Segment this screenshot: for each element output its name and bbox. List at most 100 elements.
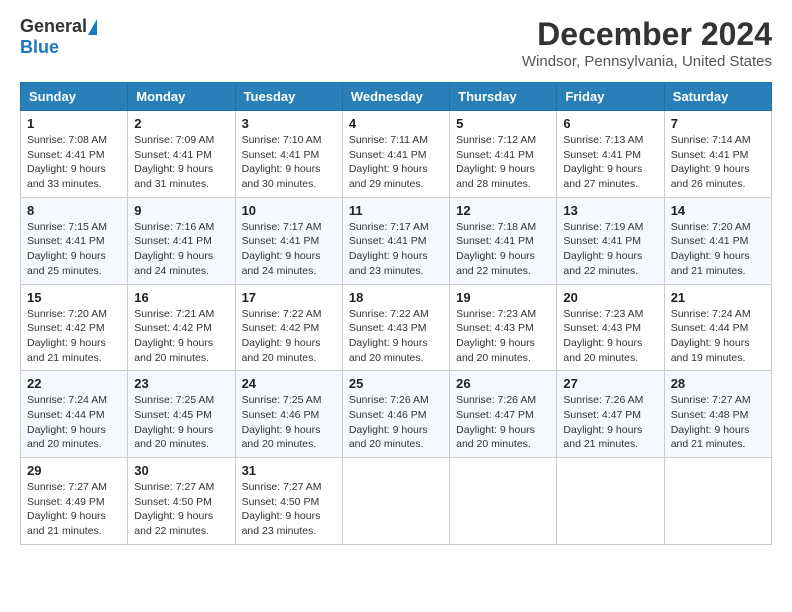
calendar-cell: 16 Sunrise: 7:21 AM Sunset: 4:42 PM Dayl… bbox=[128, 284, 235, 371]
calendar-cell: 1 Sunrise: 7:08 AM Sunset: 4:41 PM Dayli… bbox=[21, 111, 128, 198]
calendar-cell: 25 Sunrise: 7:26 AM Sunset: 4:46 PM Dayl… bbox=[342, 371, 449, 458]
calendar-cell: 21 Sunrise: 7:24 AM Sunset: 4:44 PM Dayl… bbox=[664, 284, 771, 371]
calendar-cell: 17 Sunrise: 7:22 AM Sunset: 4:42 PM Dayl… bbox=[235, 284, 342, 371]
logo: General Blue bbox=[20, 16, 99, 58]
calendar-week-5: 29 Sunrise: 7:27 AM Sunset: 4:49 PM Dayl… bbox=[21, 458, 772, 545]
day-detail: Sunrise: 7:17 AM Sunset: 4:41 PM Dayligh… bbox=[242, 220, 336, 279]
calendar-week-4: 22 Sunrise: 7:24 AM Sunset: 4:44 PM Dayl… bbox=[21, 371, 772, 458]
day-detail: Sunrise: 7:16 AM Sunset: 4:41 PM Dayligh… bbox=[134, 220, 228, 279]
calendar-cell: 8 Sunrise: 7:15 AM Sunset: 4:41 PM Dayli… bbox=[21, 197, 128, 284]
col-friday: Friday bbox=[557, 83, 664, 111]
logo-triangle-icon bbox=[88, 19, 97, 35]
day-detail: Sunrise: 7:10 AM Sunset: 4:41 PM Dayligh… bbox=[242, 133, 336, 192]
calendar-cell: 5 Sunrise: 7:12 AM Sunset: 4:41 PM Dayli… bbox=[450, 111, 557, 198]
day-detail: Sunrise: 7:17 AM Sunset: 4:41 PM Dayligh… bbox=[349, 220, 443, 279]
day-number: 11 bbox=[349, 203, 443, 218]
day-detail: Sunrise: 7:21 AM Sunset: 4:42 PM Dayligh… bbox=[134, 307, 228, 366]
day-number: 18 bbox=[349, 290, 443, 305]
calendar-cell: 23 Sunrise: 7:25 AM Sunset: 4:45 PM Dayl… bbox=[128, 371, 235, 458]
day-detail: Sunrise: 7:13 AM Sunset: 4:41 PM Dayligh… bbox=[563, 133, 657, 192]
calendar-cell: 27 Sunrise: 7:26 AM Sunset: 4:47 PM Dayl… bbox=[557, 371, 664, 458]
calendar-cell: 18 Sunrise: 7:22 AM Sunset: 4:43 PM Dayl… bbox=[342, 284, 449, 371]
day-detail: Sunrise: 7:11 AM Sunset: 4:41 PM Dayligh… bbox=[349, 133, 443, 192]
calendar-cell: 31 Sunrise: 7:27 AM Sunset: 4:50 PM Dayl… bbox=[235, 458, 342, 545]
day-detail: Sunrise: 7:24 AM Sunset: 4:44 PM Dayligh… bbox=[27, 393, 121, 452]
col-tuesday: Tuesday bbox=[235, 83, 342, 111]
day-number: 29 bbox=[27, 463, 121, 478]
calendar-cell: 14 Sunrise: 7:20 AM Sunset: 4:41 PM Dayl… bbox=[664, 197, 771, 284]
month-title: December 2024 bbox=[522, 16, 772, 53]
day-detail: Sunrise: 7:20 AM Sunset: 4:42 PM Dayligh… bbox=[27, 307, 121, 366]
day-number: 30 bbox=[134, 463, 228, 478]
logo-general-text: General bbox=[20, 16, 87, 37]
calendar-cell: 2 Sunrise: 7:09 AM Sunset: 4:41 PM Dayli… bbox=[128, 111, 235, 198]
day-detail: Sunrise: 7:15 AM Sunset: 4:41 PM Dayligh… bbox=[27, 220, 121, 279]
day-number: 26 bbox=[456, 376, 550, 391]
calendar-week-2: 8 Sunrise: 7:15 AM Sunset: 4:41 PM Dayli… bbox=[21, 197, 772, 284]
day-detail: Sunrise: 7:22 AM Sunset: 4:42 PM Dayligh… bbox=[242, 307, 336, 366]
day-detail: Sunrise: 7:23 AM Sunset: 4:43 PM Dayligh… bbox=[456, 307, 550, 366]
day-number: 1 bbox=[27, 116, 121, 131]
day-number: 12 bbox=[456, 203, 550, 218]
day-number: 22 bbox=[27, 376, 121, 391]
day-number: 16 bbox=[134, 290, 228, 305]
calendar-cell: 26 Sunrise: 7:26 AM Sunset: 4:47 PM Dayl… bbox=[450, 371, 557, 458]
calendar-cell: 10 Sunrise: 7:17 AM Sunset: 4:41 PM Dayl… bbox=[235, 197, 342, 284]
calendar-cell bbox=[664, 458, 771, 545]
calendar-cell: 15 Sunrise: 7:20 AM Sunset: 4:42 PM Dayl… bbox=[21, 284, 128, 371]
day-detail: Sunrise: 7:22 AM Sunset: 4:43 PM Dayligh… bbox=[349, 307, 443, 366]
day-number: 20 bbox=[563, 290, 657, 305]
calendar-cell bbox=[450, 458, 557, 545]
location-title: Windsor, Pennsylvania, United States bbox=[522, 53, 772, 70]
calendar-cell: 19 Sunrise: 7:23 AM Sunset: 4:43 PM Dayl… bbox=[450, 284, 557, 371]
calendar-cell: 28 Sunrise: 7:27 AM Sunset: 4:48 PM Dayl… bbox=[664, 371, 771, 458]
day-number: 14 bbox=[671, 203, 765, 218]
calendar-cell: 3 Sunrise: 7:10 AM Sunset: 4:41 PM Dayli… bbox=[235, 111, 342, 198]
calendar-cell: 4 Sunrise: 7:11 AM Sunset: 4:41 PM Dayli… bbox=[342, 111, 449, 198]
day-number: 28 bbox=[671, 376, 765, 391]
day-detail: Sunrise: 7:19 AM Sunset: 4:41 PM Dayligh… bbox=[563, 220, 657, 279]
day-detail: Sunrise: 7:25 AM Sunset: 4:45 PM Dayligh… bbox=[134, 393, 228, 452]
day-detail: Sunrise: 7:26 AM Sunset: 4:46 PM Dayligh… bbox=[349, 393, 443, 452]
col-sunday: Sunday bbox=[21, 83, 128, 111]
calendar-header-row: Sunday Monday Tuesday Wednesday Thursday… bbox=[21, 83, 772, 111]
day-number: 4 bbox=[349, 116, 443, 131]
day-number: 23 bbox=[134, 376, 228, 391]
calendar-week-1: 1 Sunrise: 7:08 AM Sunset: 4:41 PM Dayli… bbox=[21, 111, 772, 198]
day-detail: Sunrise: 7:27 AM Sunset: 4:50 PM Dayligh… bbox=[134, 480, 228, 539]
calendar-cell: 29 Sunrise: 7:27 AM Sunset: 4:49 PM Dayl… bbox=[21, 458, 128, 545]
day-detail: Sunrise: 7:23 AM Sunset: 4:43 PM Dayligh… bbox=[563, 307, 657, 366]
col-thursday: Thursday bbox=[450, 83, 557, 111]
day-number: 19 bbox=[456, 290, 550, 305]
day-detail: Sunrise: 7:12 AM Sunset: 4:41 PM Dayligh… bbox=[456, 133, 550, 192]
logo-blue-text: Blue bbox=[20, 37, 59, 57]
day-number: 3 bbox=[242, 116, 336, 131]
calendar-cell bbox=[557, 458, 664, 545]
day-detail: Sunrise: 7:27 AM Sunset: 4:48 PM Dayligh… bbox=[671, 393, 765, 452]
day-number: 13 bbox=[563, 203, 657, 218]
calendar-cell: 22 Sunrise: 7:24 AM Sunset: 4:44 PM Dayl… bbox=[21, 371, 128, 458]
day-detail: Sunrise: 7:24 AM Sunset: 4:44 PM Dayligh… bbox=[671, 307, 765, 366]
day-detail: Sunrise: 7:26 AM Sunset: 4:47 PM Dayligh… bbox=[456, 393, 550, 452]
day-detail: Sunrise: 7:27 AM Sunset: 4:50 PM Dayligh… bbox=[242, 480, 336, 539]
day-number: 25 bbox=[349, 376, 443, 391]
day-number: 15 bbox=[27, 290, 121, 305]
day-detail: Sunrise: 7:14 AM Sunset: 4:41 PM Dayligh… bbox=[671, 133, 765, 192]
calendar-cell: 30 Sunrise: 7:27 AM Sunset: 4:50 PM Dayl… bbox=[128, 458, 235, 545]
day-number: 2 bbox=[134, 116, 228, 131]
day-number: 8 bbox=[27, 203, 121, 218]
day-detail: Sunrise: 7:18 AM Sunset: 4:41 PM Dayligh… bbox=[456, 220, 550, 279]
day-number: 9 bbox=[134, 203, 228, 218]
calendar-cell: 12 Sunrise: 7:18 AM Sunset: 4:41 PM Dayl… bbox=[450, 197, 557, 284]
calendar-cell: 6 Sunrise: 7:13 AM Sunset: 4:41 PM Dayli… bbox=[557, 111, 664, 198]
col-saturday: Saturday bbox=[664, 83, 771, 111]
calendar-cell bbox=[342, 458, 449, 545]
calendar-cell: 13 Sunrise: 7:19 AM Sunset: 4:41 PM Dayl… bbox=[557, 197, 664, 284]
calendar-table: Sunday Monday Tuesday Wednesday Thursday… bbox=[20, 82, 772, 545]
day-number: 5 bbox=[456, 116, 550, 131]
day-number: 6 bbox=[563, 116, 657, 131]
day-number: 10 bbox=[242, 203, 336, 218]
calendar-cell: 11 Sunrise: 7:17 AM Sunset: 4:41 PM Dayl… bbox=[342, 197, 449, 284]
page-header: General Blue December 2024 Windsor, Penn… bbox=[20, 16, 772, 70]
day-detail: Sunrise: 7:20 AM Sunset: 4:41 PM Dayligh… bbox=[671, 220, 765, 279]
